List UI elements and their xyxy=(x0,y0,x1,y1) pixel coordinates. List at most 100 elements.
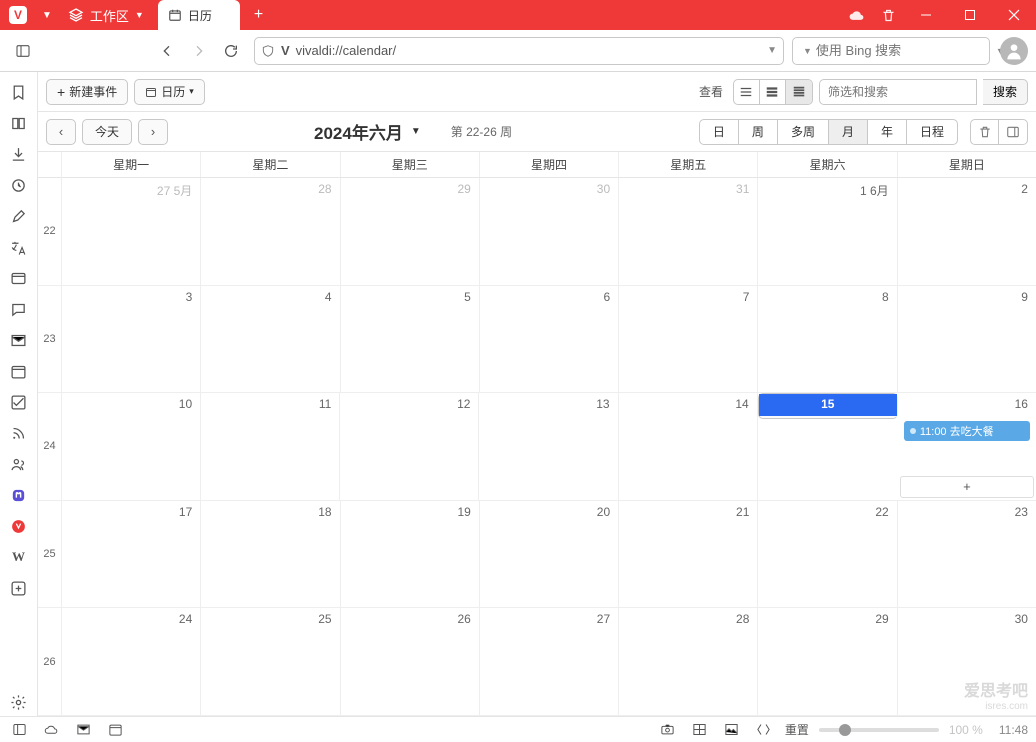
translate-icon[interactable] xyxy=(5,233,33,261)
day-cell[interactable]: 15 xyxy=(758,393,898,419)
day-cell[interactable]: 4 xyxy=(201,286,340,393)
day-cell[interactable]: 31 xyxy=(619,178,758,285)
day-cell[interactable]: 12 xyxy=(340,393,479,500)
range-week[interactable]: 周 xyxy=(739,120,778,144)
prev-button[interactable]: ‹ xyxy=(46,119,76,145)
day-cell[interactable]: 2 xyxy=(898,178,1036,285)
day-cell[interactable]: 11 xyxy=(201,393,340,500)
filter-input[interactable] xyxy=(819,79,977,105)
day-cell[interactable]: 26 xyxy=(341,608,480,715)
panel-toggle-button[interactable] xyxy=(8,36,38,66)
addr-dropdown-icon[interactable]: ▼ xyxy=(767,45,777,56)
delete-button[interactable] xyxy=(971,120,999,144)
day-cell[interactable]: 3 xyxy=(62,286,201,393)
search-box[interactable]: ▼ ▼ xyxy=(792,37,990,65)
chat-icon[interactable] xyxy=(5,295,33,323)
search-input[interactable] xyxy=(816,43,992,58)
add-panel-button[interactable] xyxy=(5,574,33,602)
day-cell[interactable]: 9 xyxy=(898,286,1036,393)
day-cell[interactable]: 18 xyxy=(201,501,340,608)
wikipedia-icon[interactable]: W xyxy=(5,543,33,571)
today-button[interactable]: 今天 xyxy=(82,119,132,145)
day-cell[interactable]: 7 xyxy=(619,286,758,393)
bookmarks-icon[interactable] xyxy=(5,78,33,106)
side-panel-button[interactable] xyxy=(999,120,1027,144)
images-toggle-icon[interactable] xyxy=(721,722,743,737)
view-compact-button[interactable] xyxy=(786,80,812,104)
maximize-button[interactable] xyxy=(948,0,992,30)
breakpoints-icon[interactable] xyxy=(753,722,775,737)
day-cell[interactable]: 28 xyxy=(201,178,340,285)
tasks-icon[interactable] xyxy=(5,388,33,416)
cloud-icon[interactable] xyxy=(840,8,872,23)
vivaldi-social-icon[interactable] xyxy=(5,512,33,540)
history-icon[interactable] xyxy=(5,171,33,199)
mail-status-icon[interactable] xyxy=(72,722,94,737)
address-bar[interactable]: V vivaldi://calendar/ ▼ xyxy=(254,37,784,65)
new-event-button[interactable]: + 新建事件 xyxy=(46,79,128,105)
month-title[interactable]: 2024年六月 ▼ xyxy=(314,119,421,144)
calendar-panel-icon[interactable] xyxy=(5,357,33,385)
capture-icon[interactable] xyxy=(657,722,679,737)
day-cell[interactable]: 30 xyxy=(480,178,619,285)
day-cell[interactable]: 17 xyxy=(62,501,201,608)
day-cell[interactable]: 22 xyxy=(758,501,897,608)
next-button[interactable]: › xyxy=(138,119,168,145)
trash-icon[interactable] xyxy=(872,8,904,23)
window-panel-icon[interactable] xyxy=(5,264,33,292)
range-year[interactable]: 年 xyxy=(868,120,907,144)
day-cell[interactable]: 29 xyxy=(341,178,480,285)
day-cell[interactable]: 23 xyxy=(898,501,1036,608)
chevron-down-icon[interactable]: ▼ xyxy=(803,46,812,56)
profile-avatar[interactable] xyxy=(1000,37,1028,65)
view-minimal-button[interactable] xyxy=(760,80,786,104)
cloud-status-icon[interactable] xyxy=(40,722,62,737)
vivaldi-logo[interactable]: V xyxy=(0,0,36,30)
mastodon-icon[interactable] xyxy=(5,481,33,509)
mail-icon[interactable] xyxy=(5,326,33,354)
day-cell[interactable]: 14 xyxy=(619,393,758,500)
search-button[interactable]: 搜索 xyxy=(983,79,1028,105)
day-cell[interactable]: 21 xyxy=(619,501,758,608)
view-full-button[interactable] xyxy=(734,80,760,104)
day-cell[interactable]: 20 xyxy=(480,501,619,608)
minimize-button[interactable] xyxy=(904,0,948,30)
day-cell[interactable]: 25 xyxy=(201,608,340,715)
day-cell[interactable]: 24 xyxy=(62,608,201,715)
close-button[interactable] xyxy=(992,0,1036,30)
calendar-status-icon[interactable] xyxy=(104,722,126,737)
add-event-button[interactable]: + xyxy=(900,476,1034,498)
day-cell[interactable]: 29 xyxy=(758,608,897,715)
reset-zoom-label[interactable]: 重置 xyxy=(785,721,809,738)
calendar-picker-button[interactable]: 日历 ▾ xyxy=(134,79,205,105)
new-tab-button[interactable]: + xyxy=(240,6,277,24)
day-cell[interactable]: 6 xyxy=(480,286,619,393)
downloads-icon[interactable] xyxy=(5,140,33,168)
day-cell[interactable]: 27 xyxy=(480,608,619,715)
day-cell[interactable]: 1611:00 去吃大餐+ xyxy=(898,393,1036,500)
day-cell[interactable]: 1 6月 xyxy=(758,178,897,285)
workspace-button[interactable]: 工作区 ▼ xyxy=(58,6,154,25)
day-cell[interactable]: 27 5月 xyxy=(62,178,201,285)
range-day[interactable]: 日 xyxy=(700,120,739,144)
tiling-icon[interactable] xyxy=(689,722,711,737)
feeds-icon[interactable] xyxy=(5,419,33,447)
sync-panel-icon[interactable] xyxy=(8,722,30,737)
nav-back-button[interactable] xyxy=(152,36,182,66)
calendar-event[interactable]: 11:00 去吃大餐 xyxy=(904,421,1030,441)
nav-forward-button[interactable] xyxy=(184,36,214,66)
reload-button[interactable] xyxy=(216,36,246,66)
range-multiweek[interactable]: 多周 xyxy=(778,120,829,144)
day-cell[interactable]: 13 xyxy=(479,393,618,500)
range-month[interactable]: 月 xyxy=(829,120,868,144)
day-cell[interactable]: 5 xyxy=(341,286,480,393)
day-cell[interactable]: 19 xyxy=(341,501,480,608)
tab-calendar[interactable]: 日历 xyxy=(158,0,240,30)
range-agenda[interactable]: 日程 xyxy=(907,120,957,144)
zoom-slider[interactable] xyxy=(819,728,939,732)
contacts-icon[interactable] xyxy=(5,450,33,478)
menu-chevron-icon[interactable]: ▼ xyxy=(36,10,58,21)
reading-list-icon[interactable] xyxy=(5,109,33,137)
notes-icon[interactable] xyxy=(5,202,33,230)
day-cell[interactable]: 8 xyxy=(758,286,897,393)
